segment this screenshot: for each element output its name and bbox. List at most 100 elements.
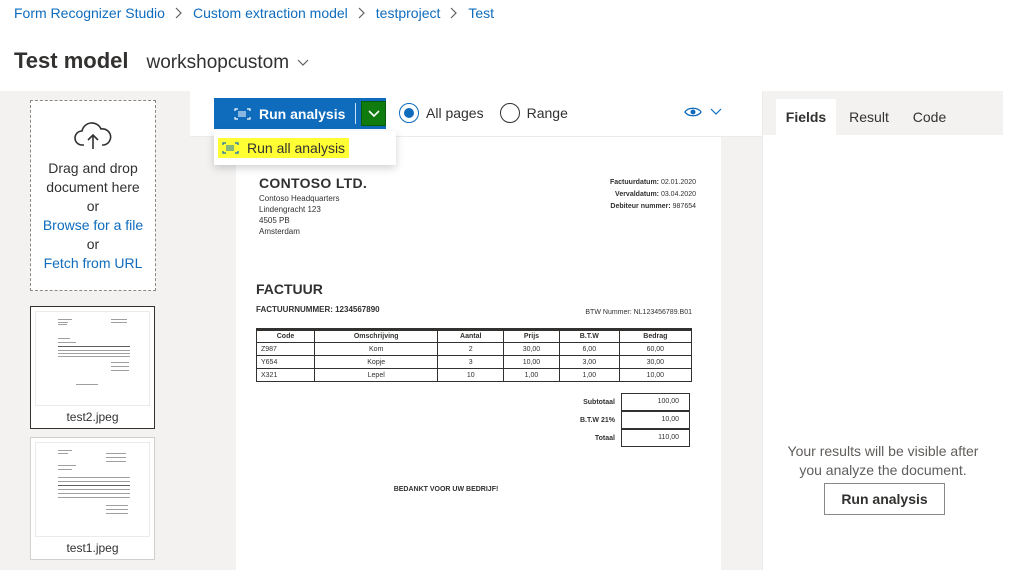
fetch-url-link[interactable]: Fetch from URL: [31, 254, 155, 273]
drag-text: Drag and drop: [48, 160, 138, 176]
chevron-down-icon: [710, 108, 722, 115]
chevron-right-icon: [175, 7, 183, 19]
doc-meta-value: 02.01.2020: [660, 179, 696, 186]
run-analysis-label: Run analysis: [259, 105, 346, 122]
totals-label: Totaal: [594, 434, 615, 442]
breadcrumb-testproject[interactable]: testproject: [376, 5, 441, 21]
table-header: Aantal: [437, 329, 504, 343]
cloud-upload-icon: [74, 122, 112, 149]
scan-icon: [222, 142, 239, 154]
table-cell: Z987: [256, 342, 315, 356]
chevron-down-icon: [297, 59, 309, 66]
page-range-radio-group: All pages Range: [399, 103, 584, 123]
run-all-analysis-menu-item[interactable]: Run all analysis: [218, 138, 350, 158]
or-text: or: [86, 198, 100, 214]
table-cell: 10,00: [503, 355, 560, 369]
empty-results-message: Your results will be visible after you a…: [787, 443, 979, 478]
table-cell: 2: [437, 342, 504, 356]
totals-value: 100,00: [621, 393, 690, 411]
table-cell: 10,00: [618, 368, 693, 382]
browse-file-link[interactable]: Browse for a file: [31, 216, 155, 235]
results-tabs: Fields Result Code: [762, 91, 1003, 135]
document-thumbnail: [35, 442, 150, 537]
table-cell: 1,00: [558, 368, 620, 382]
table-cell: Kopje: [313, 355, 439, 369]
doc-address-line: 4505 PB: [259, 216, 290, 225]
table-row: Z987 Kom 2 30,00 6,00 60,00: [256, 342, 693, 356]
run-options-dropdown-button[interactable]: [361, 101, 386, 126]
range-radio[interactable]: Range: [499, 103, 568, 123]
breadcrumb-test[interactable]: Test: [468, 5, 494, 21]
file-list-pane: Drag and drop document here or Browse fo…: [0, 91, 190, 570]
doc-company-name: CONTOSO LTD.: [259, 175, 368, 191]
results-content: Your results will be visible after you a…: [762, 135, 1003, 570]
page-title: Test model: [14, 48, 129, 73]
table-row: X321 Lepel 10 1,00 1,00 10,00: [256, 368, 693, 382]
run-analysis-secondary-button[interactable]: Run analysis: [824, 483, 945, 515]
breadcrumb-custom-extraction-model[interactable]: Custom extraction model: [193, 5, 348, 21]
table-cell: 30,00: [503, 342, 560, 356]
breadcrumb: Form Recognizer Studio Custom extraction…: [14, 4, 494, 22]
scan-icon: [234, 107, 251, 120]
document-viewer-pane: Run analysis All pages Range Run all ana…: [190, 91, 762, 570]
doc-meta-value: 987654: [672, 203, 696, 210]
model-name: workshopcustom: [146, 52, 290, 73]
upload-dropzone[interactable]: Drag and drop document here or Browse fo…: [30, 100, 156, 291]
view-options-button[interactable]: [684, 105, 722, 119]
tab-fields[interactable]: Fields: [776, 99, 836, 135]
tab-result[interactable]: Result: [839, 99, 899, 135]
doc-meta-label: Factuurdatum:: [610, 179, 659, 186]
run-all-analysis-label: Run all analysis: [247, 140, 346, 156]
table-cell: 30,00: [618, 355, 693, 369]
or-text-2: or: [86, 236, 100, 252]
doc-meta-label: Debiteur nummer:: [610, 203, 671, 210]
doc-address: Contoso Headquarters Lindengracht 123 45…: [259, 193, 340, 237]
file-name: test1.jpeg: [66, 541, 119, 555]
title-row: Test model workshopcustom: [14, 48, 309, 74]
document-thumbnail: [35, 311, 150, 406]
totals-value: 10,00: [621, 411, 690, 429]
doc-invoice-number: FACTUURNUMMER: 1234567890: [256, 305, 380, 314]
table-cell: 1,00: [503, 368, 560, 382]
doc-address-line: Lindengracht 123: [259, 205, 321, 214]
table-cell: X321: [256, 368, 315, 382]
table-cell: Lepel: [313, 368, 439, 382]
file-name: test2.jpeg: [66, 410, 119, 424]
table-cell: 10: [437, 368, 504, 382]
doc-address-line: Amsterdam: [259, 227, 300, 236]
drag-text-2: document here: [46, 179, 140, 195]
run-analysis-button[interactable]: Run analysis: [214, 98, 345, 129]
totals-row: Subtotaal 100,00: [536, 393, 692, 411]
table-header: Bedrag: [618, 329, 693, 343]
doc-meta: Factuurdatum: 02.01.2020 Vervaldatum: 03…: [536, 177, 696, 213]
run-analysis-split-button: Run analysis: [214, 98, 386, 129]
radio-unchecked-icon: [499, 103, 520, 123]
doc-thanks-text: BEDANKT VOOR UW BEDRIJF!: [393, 486, 499, 493]
doc-meta-value: 03.04.2020: [660, 191, 696, 198]
table-cell: 3: [437, 355, 504, 369]
tab-code[interactable]: Code: [902, 99, 957, 135]
file-thumbnail-test2[interactable]: test2.jpeg: [30, 306, 155, 429]
totals-value: 110,00: [621, 429, 690, 447]
table-header: Prijs: [503, 329, 560, 343]
doc-meta-label: Vervaldatum:: [615, 191, 659, 198]
totals-row: B.T.W 21% 10,00: [536, 411, 692, 429]
totals-label: B.T.W 21%: [579, 416, 615, 424]
table-header: Omschrijving: [313, 329, 439, 343]
all-pages-radio[interactable]: All pages: [399, 103, 484, 123]
doc-address-line: Contoso Headquarters: [259, 194, 340, 203]
doc-heading: FACTUUR: [256, 281, 323, 297]
table-cell: 60,00: [618, 342, 693, 356]
all-pages-label: All pages: [426, 105, 484, 121]
table-cell: 6,00: [558, 342, 620, 356]
totals-label: Subtotaal: [583, 398, 615, 406]
doc-totals: Subtotaal 100,00 B.T.W 21% 10,00 Totaal …: [536, 393, 692, 447]
file-thumbnail-test1[interactable]: test1.jpeg: [30, 437, 155, 560]
model-selector[interactable]: workshopcustom: [147, 52, 310, 74]
breadcrumb-form-recognizer-studio[interactable]: Form Recognizer Studio: [14, 5, 165, 21]
run-options-menu: Run all analysis: [214, 131, 396, 165]
doc-line-items-table: Code Omschrijving Aantal Prijs B.T.W Bed…: [256, 328, 693, 382]
split-divider: [355, 103, 356, 124]
table-header-row: Code Omschrijving Aantal Prijs B.T.W Bed…: [256, 329, 693, 343]
table-cell: Kom: [313, 342, 439, 356]
